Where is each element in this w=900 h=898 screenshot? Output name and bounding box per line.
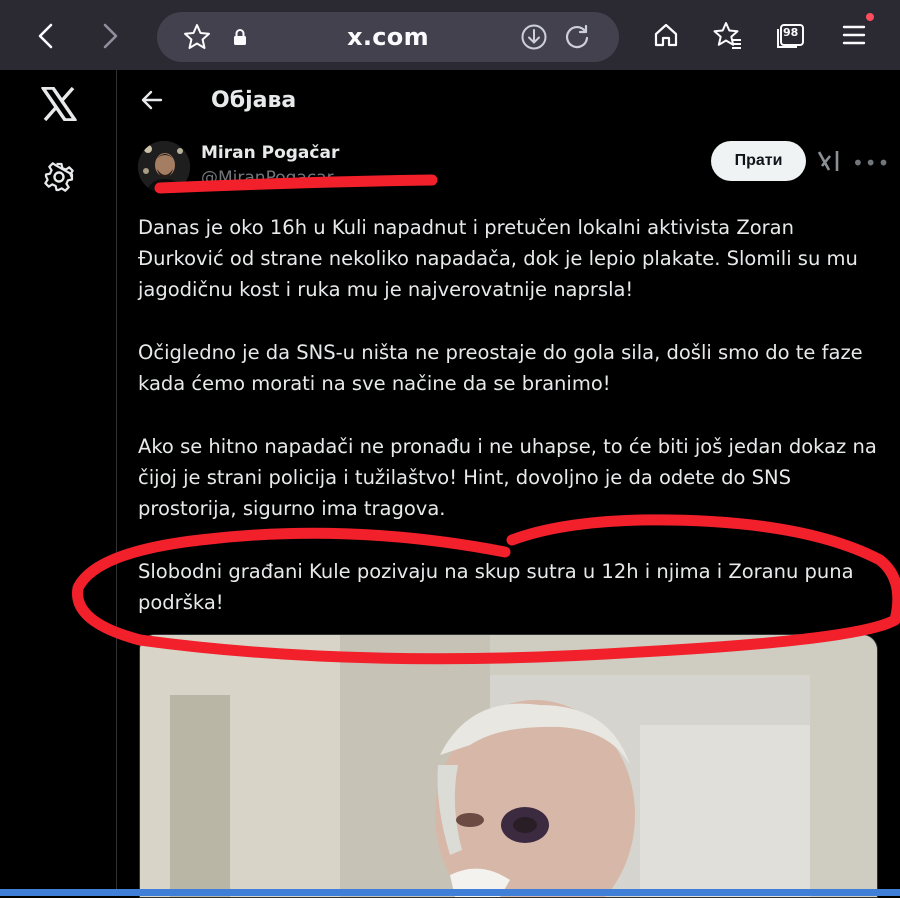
notification-dot — [866, 13, 874, 21]
follow-button[interactable]: Прати — [711, 141, 806, 181]
post-paragraph-3: Ako se hitno napadači ne pronađu i ne uh… — [138, 435, 877, 520]
reload-icon[interactable] — [563, 23, 591, 55]
url-text[interactable]: x.com — [157, 23, 619, 51]
home-icon[interactable] — [645, 14, 687, 56]
post-paragraph-4: Slobodni građani Kule pozivaju na skup s… — [138, 560, 854, 614]
download-icon[interactable] — [520, 23, 548, 55]
author-handle[interactable]: @MiranPogacar — [201, 168, 334, 188]
x-logo-icon[interactable] — [41, 86, 77, 125]
browser-toolbar: x.com 98 — [0, 0, 900, 70]
gear-icon[interactable] — [43, 161, 75, 197]
more-options-icon[interactable]: ••• — [852, 151, 890, 175]
url-bar[interactable]: x.com — [157, 12, 619, 62]
bookmarks-icon[interactable] — [707, 14, 749, 56]
back-arrow-icon[interactable] — [140, 88, 164, 116]
tab-count: 98 — [783, 26, 799, 39]
bottom-progress-line — [0, 889, 900, 896]
post-photo[interactable] — [139, 634, 878, 898]
tabs-icon[interactable]: 98 — [770, 14, 812, 56]
author-name[interactable]: Miran Pogačar — [201, 143, 339, 163]
avatar[interactable] — [138, 141, 190, 193]
grok-icon[interactable] — [817, 150, 841, 176]
post-paragraph-1: Danas je oko 16h u Kuli napadnut i pretu… — [138, 216, 858, 301]
page-title: Објава — [211, 88, 297, 113]
post-text: Danas je oko 16h u Kuli napadnut i pretu… — [138, 212, 883, 650]
post-paragraph-2: Očigledno je da SNS-u ništa ne preostaje… — [138, 341, 863, 395]
forward-icon[interactable] — [90, 16, 130, 56]
back-icon[interactable] — [26, 16, 66, 56]
